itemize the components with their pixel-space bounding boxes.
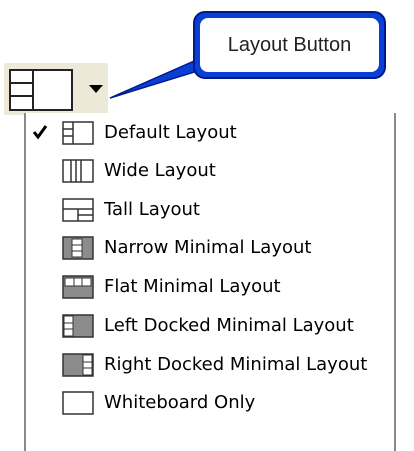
menu-item-label: Tall Layout bbox=[104, 199, 200, 220]
whiteboard-only-icon bbox=[62, 391, 94, 415]
callout-text: Layout Button bbox=[227, 33, 352, 56]
tall-layout-icon bbox=[62, 198, 94, 222]
menu-item-narrow-minimal-layout[interactable]: Narrow Minimal Layout bbox=[26, 230, 394, 266]
menu-item-wide-layout[interactable]: Wide Layout bbox=[26, 153, 394, 189]
menu-item-whiteboard-only[interactable]: Whiteboard Only bbox=[26, 385, 394, 421]
menu-item-label: Right Docked Minimal Layout bbox=[104, 354, 368, 375]
right-docked-minimal-layout-icon bbox=[62, 353, 94, 377]
dropdown-arrow-icon[interactable] bbox=[89, 85, 103, 94]
checkmark-icon bbox=[32, 125, 48, 140]
menu-item-default-layout[interactable]: Default Layout bbox=[26, 115, 394, 151]
default-layout-icon bbox=[62, 121, 94, 145]
menu-item-label: Whiteboard Only bbox=[104, 392, 256, 413]
flat-minimal-layout-icon bbox=[62, 275, 94, 299]
layout-button-callout: Layout Button bbox=[193, 11, 386, 79]
menu-item-label: Left Docked Minimal Layout bbox=[104, 315, 354, 336]
left-docked-minimal-layout-icon bbox=[62, 314, 94, 338]
menu-item-flat-minimal-layout[interactable]: Flat Minimal Layout bbox=[26, 269, 394, 305]
menu-item-left-docked-minimal-layout[interactable]: Left Docked Minimal Layout bbox=[26, 308, 394, 344]
menu-item-label: Narrow Minimal Layout bbox=[104, 237, 312, 258]
menu-item-label: Default Layout bbox=[104, 122, 237, 143]
layout-menu: Default Layout Wide Layout Tall Layout N… bbox=[24, 113, 396, 451]
menu-item-tall-layout[interactable]: Tall Layout bbox=[26, 192, 394, 228]
menu-item-right-docked-minimal-layout[interactable]: Right Docked Minimal Layout bbox=[26, 347, 394, 383]
default-layout-icon bbox=[9, 69, 73, 111]
narrow-minimal-layout-icon bbox=[62, 236, 94, 260]
layout-button[interactable] bbox=[4, 63, 108, 115]
menu-item-label: Wide Layout bbox=[104, 160, 216, 181]
wide-layout-icon bbox=[62, 159, 94, 183]
menu-item-label: Flat Minimal Layout bbox=[104, 276, 281, 297]
